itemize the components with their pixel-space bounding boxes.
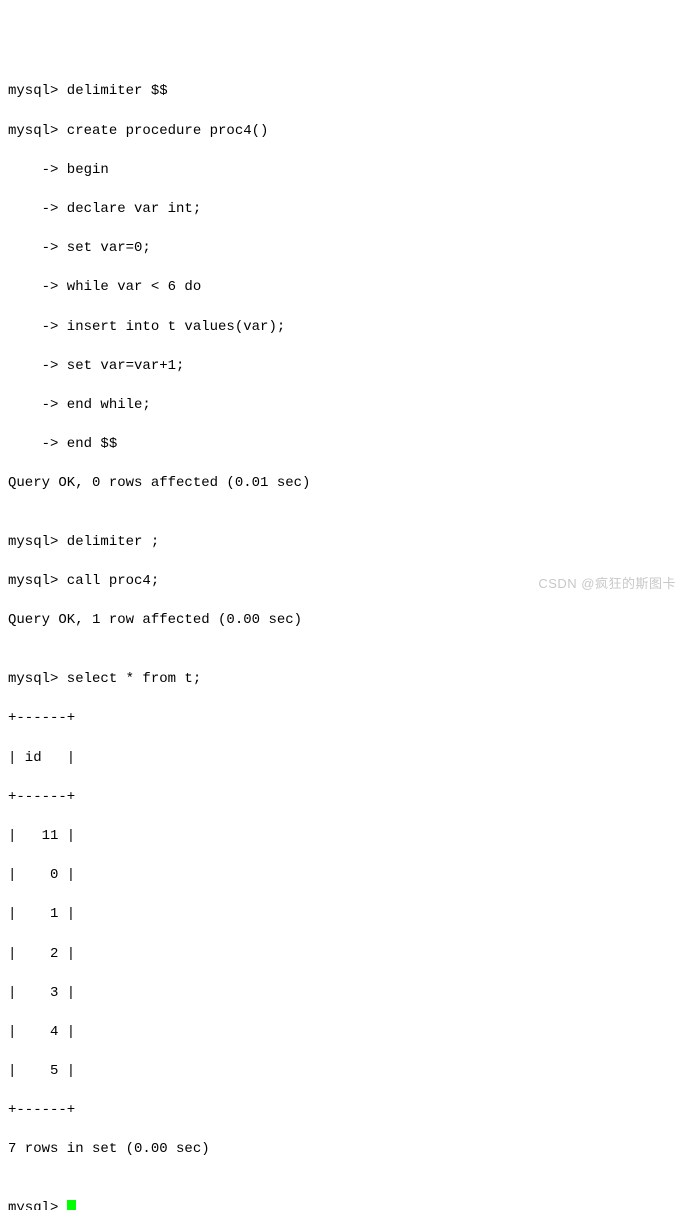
terminal-line: -> insert into t values(var); bbox=[8, 318, 682, 338]
terminal-line: -> end while; bbox=[8, 396, 682, 416]
terminal-line: | 5 | bbox=[8, 1062, 682, 1082]
terminal-line: -> declare var int; bbox=[8, 200, 682, 220]
terminal-line: | 4 | bbox=[8, 1023, 682, 1043]
terminal-line: Query OK, 0 rows affected (0.01 sec) bbox=[8, 474, 682, 494]
terminal-line: mysql> create procedure proc4() bbox=[8, 122, 682, 142]
terminal-line: | 1 | bbox=[8, 905, 682, 925]
watermark-text: CSDN @疯狂的斯图卡 bbox=[538, 575, 676, 593]
terminal-line: mysql> select * from t; bbox=[8, 670, 682, 690]
terminal-line: | 2 | bbox=[8, 945, 682, 965]
terminal-line: | 11 | bbox=[8, 827, 682, 847]
terminal-line: Query OK, 1 row affected (0.00 sec) bbox=[8, 611, 682, 631]
prompt-text: mysql> bbox=[8, 1200, 67, 1210]
terminal-line: mysql> delimiter ; bbox=[8, 533, 682, 553]
terminal-line: +------+ bbox=[8, 788, 682, 808]
terminal-line: 7 rows in set (0.00 sec) bbox=[8, 1140, 682, 1160]
terminal-line: +------+ bbox=[8, 709, 682, 729]
terminal-line: -> begin bbox=[8, 161, 682, 181]
terminal-line: -> set var=0; bbox=[8, 239, 682, 259]
terminal-line: -> end $$ bbox=[8, 435, 682, 455]
prompt-line[interactable]: mysql> bbox=[8, 1199, 682, 1210]
terminal-line: | 3 | bbox=[8, 984, 682, 1004]
terminal-line: +------+ bbox=[8, 1101, 682, 1121]
terminal-line: | id | bbox=[8, 749, 682, 769]
cursor-icon bbox=[67, 1200, 76, 1210]
terminal-line: -> while var < 6 do bbox=[8, 278, 682, 298]
terminal-line: | 0 | bbox=[8, 866, 682, 886]
terminal-line: mysql> delimiter $$ bbox=[8, 82, 682, 102]
terminal-line: -> set var=var+1; bbox=[8, 357, 682, 377]
